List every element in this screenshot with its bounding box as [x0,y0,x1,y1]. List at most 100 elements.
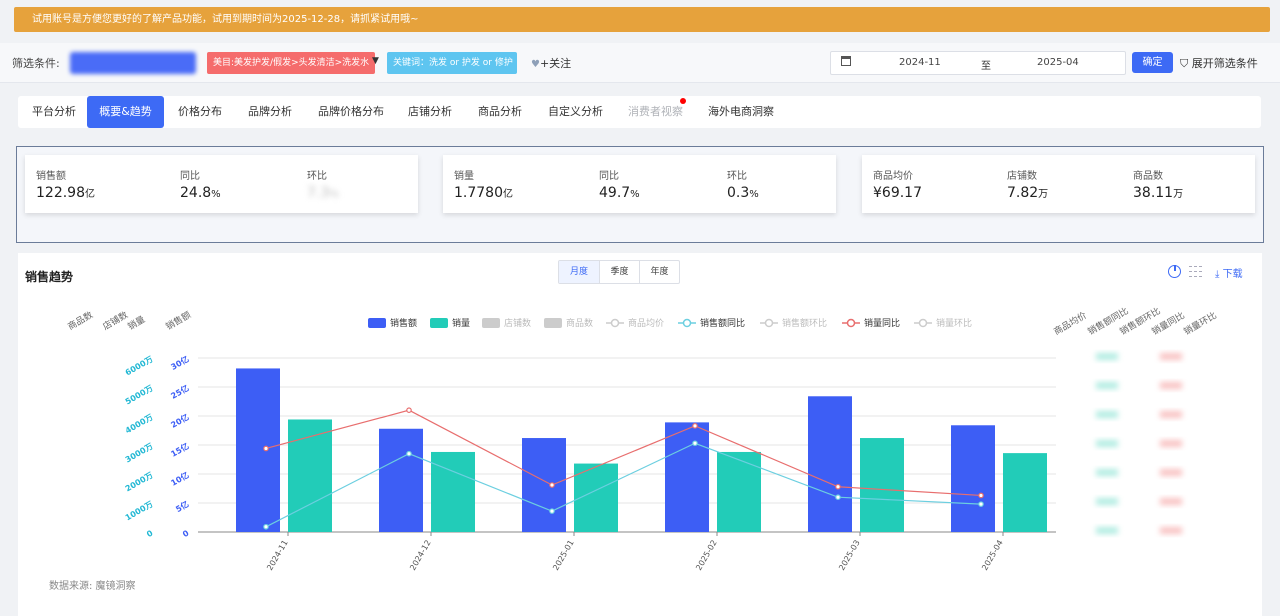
bar-volume [431,451,475,532]
legend-swatch [544,318,562,328]
kpi-value: 38.11万 [1133,185,1183,201]
line-sales-yoy-point [549,508,555,514]
tab-price-distribution[interactable]: 价格分布 [178,96,222,128]
tab-brand[interactable]: 品牌分析 [248,96,292,128]
kpi-number: 7.82 [1007,185,1039,201]
kpi-sales-yoy: 同比 24.8% [180,167,221,201]
blurred-tick-volume-yoy [1160,440,1182,447]
kpi-value: 0.3% [727,185,759,201]
legend-label: 销售额同比 [700,317,745,329]
tab-platform[interactable]: 平台分析 [32,96,76,128]
kpi-label: 商品均价 [873,171,913,182]
legend-label: 销量环比 [936,317,972,329]
blurred-tick-yoy [1096,353,1118,360]
tab-overseas[interactable]: 海外电商洞察 [708,96,774,128]
line-volume-yoy-point [406,407,412,414]
y-tick-volume: 2000万 [124,471,155,494]
bar-volume [860,438,904,532]
x-tick-label: 2025-02 [694,539,719,572]
date-start[interactable]: 2024-11 [899,57,941,68]
tab-brand-price[interactable]: 品牌价格分布 [318,96,384,128]
expand-filter-button[interactable]: ⛉ 展开筛选条件 [1180,55,1258,71]
blurred-tick-yoy [1096,527,1118,534]
keyword-tag[interactable]: 关键词：洗发 or 护发 or 修护 [387,52,517,74]
kpi-value: 7.82万 [1007,185,1048,201]
tab-custom[interactable]: 自定义分析 [548,96,603,128]
analysis-tabs: 平台分析 概要&趋势 价格分布 品牌分析 品牌价格分布 店铺分析 商品分析 自定… [18,96,1261,128]
blurred-tick-volume-yoy [1160,353,1182,360]
kpi-number: ¥69.17 [873,185,922,201]
bar-sales [522,438,566,532]
axis-title-left: 销量 [126,313,148,332]
category-tag[interactable]: 美目:美发护发/假发>头发清洁>洗发水 [207,52,376,74]
notification-dot [680,98,686,104]
legend-marker [918,318,928,328]
kpi-label: 环比 [307,171,327,182]
tab-shop[interactable]: 店铺分析 [408,96,452,128]
filter-label: 筛选条件: [12,57,60,70]
kpi-number: 0.3 [727,185,750,201]
kpi-value: 24.8% [180,185,221,201]
kpi-number: 24.8 [180,185,212,201]
legend-label: 商品均价 [628,317,664,329]
y-tick-sales: 20亿 [169,412,191,430]
follow-button[interactable]: ♥+关注 [531,55,571,71]
kpi-card-sales: 销售额 122.98亿 同比 24.8% 环比 7.3% [25,155,418,213]
kpi-value: ¥69.17 [873,185,922,201]
calendar-icon [841,56,851,66]
legend-swatch [430,318,448,328]
kpi-unit: 万 [1038,189,1049,200]
line-volume-yoy-point [263,445,269,452]
sales-trend-chart: 商品数 店铺数销量 销售额05亿10亿15亿20亿25亿30亿01000万2000万… [66,305,1219,572]
tab-overview-trend[interactable]: 概要&趋势 [87,96,164,128]
y-tick-sales: 0 [181,528,191,539]
kpi-label: 同比 [599,171,619,182]
kpi-shop-count: 店铺数 7.82万 [1007,167,1048,201]
y-tick-sales: 25亿 [169,383,191,401]
bar-volume [1003,453,1047,532]
kpi-label: 商品数 [1133,171,1163,182]
chevron-down-icon[interactable]: ▼ [372,56,379,66]
blurred-tick-volume-yoy [1160,382,1182,389]
filter-selector-blurred[interactable] [70,52,196,74]
x-tick-label: 2024-11 [265,539,290,572]
confirm-button[interactable]: 确定 [1132,52,1173,73]
kpi-sales: 销售额 122.98亿 [36,167,95,201]
kpi-label: 店铺数 [1007,171,1037,182]
bar-sales [808,396,852,532]
y-tick-volume: 6000万 [124,355,155,378]
tab-consumer[interactable]: 消费者视察 [628,96,683,128]
x-tick-label: 2025-01 [551,539,576,572]
trial-banner: 试用账号是方便您更好的了解产品功能，试用到期时间为2025-12-28，请抓紧试… [14,7,1270,32]
legend-swatch [368,318,386,328]
legend-marker [846,318,856,328]
kpi-number: 122.98 [36,185,85,201]
kpi-label: 同比 [180,171,200,182]
blurred-tick-volume-yoy [1160,469,1182,476]
filter-bar: 筛选条件: 美目:美发护发/假发>头发清洁>洗发水 ▼ 关键词：洗发 or 护发… [0,43,1280,83]
kpi-label: 销售额 [36,171,66,182]
line-volume-yoy-point [835,483,841,490]
axis-title-left: 商品数 [66,309,95,333]
line-sales-yoy-point [692,440,698,447]
kpi-volume: 销量 1.7780亿 [454,167,513,201]
sales-trend-card: 销售趋势 月度 季度 年度 ⤓ 下载 商品数 店铺数 销量 销售额 0 5亿 10亿 15亿 2… [18,253,1262,616]
date-separator: 至 [981,61,991,72]
y-tick-volume: 5000万 [124,384,155,407]
blurred-tick-volume-yoy [1160,527,1182,534]
kpi-unit: 万 [1173,189,1184,200]
blurred-tick-yoy [1096,411,1118,418]
kpi-unit: % [630,189,640,200]
date-end[interactable]: 2025-04 [1037,57,1079,68]
line-sales-yoy-point [406,450,412,457]
kpi-card-volume: 销量 1.7780亿 同比 49.7% 环比 0.3% [443,155,836,213]
date-range-picker[interactable]: 2024-11 至 2025-04 [830,51,1126,75]
kpi-volume-yoy: 同比 49.7% [599,167,640,201]
blurred-tick-volume-yoy [1160,411,1182,418]
kpi-card-price: 商品均价 ¥69.17 店铺数 7.82万 商品数 38.11万 [862,155,1255,213]
bar-sales [665,422,709,532]
y-tick-sales: 30亿 [169,354,191,372]
axis-title-right: 销量环比 [1182,309,1219,337]
line-sales-yoy-point [263,523,269,530]
tab-product[interactable]: 商品分析 [478,96,522,128]
